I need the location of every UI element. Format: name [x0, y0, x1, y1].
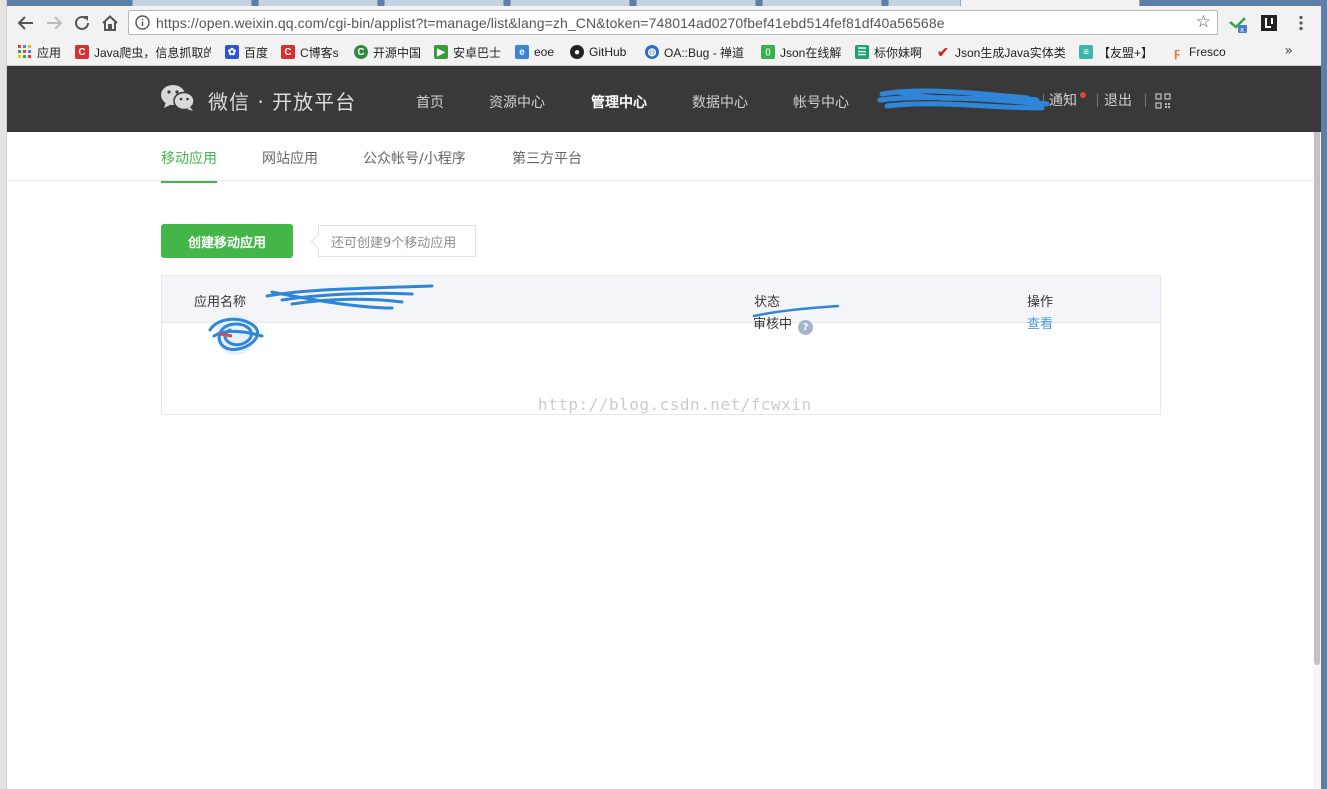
table-header: 应用名称 状态 操作 [162, 276, 1160, 323]
redaction-scribble [877, 88, 1050, 111]
bookmark-oschina[interactable]: C 开源中国 [354, 44, 421, 60]
app-icon-redacted [196, 306, 264, 355]
bookmark-label: 标你妹啊 [874, 45, 923, 60]
site-header: 微信 · 开放平台 首页 资源中心 管理中心 数据中心 帐号中心 通知 退出 [7, 66, 1321, 132]
tab-website-apps[interactable]: 网站应用 [262, 148, 318, 181]
bookmark-label: 百度 [244, 45, 269, 60]
home-icon[interactable] [100, 13, 120, 33]
reload-icon[interactable] [72, 13, 92, 33]
bookmark-star-icon[interactable]: ☆ [1196, 13, 1211, 32]
nav-management-center[interactable]: 管理中心 [591, 92, 647, 112]
baidu-paw-icon: ✿ [225, 45, 239, 59]
quota-tip: 还可创建9个移动应用 [310, 225, 476, 257]
json-icon: {} [761, 45, 775, 59]
app-table: 应用名称 状态 操作 审核中? 查看 [161, 275, 1161, 415]
divider [1043, 94, 1044, 107]
url-text: https://open.weixin.qq.com/cgi-bin/appli… [156, 15, 945, 31]
bookmark-github[interactable]: ● GitHub [570, 44, 626, 60]
check-icon: ✔ [937, 43, 949, 60]
qrcode-icon[interactable] [1155, 93, 1171, 113]
bookmark-label: eoe [534, 45, 555, 59]
status-text: 审核中 [753, 317, 793, 332]
extension-icon[interactable]: x [1228, 14, 1247, 34]
bookmark-oa-bug[interactable]: ◍ OA::Bug - 禅道 [645, 44, 744, 60]
bookmarks-bar: 应用 C Java爬虫，信息抓取的 ✿ 百度 C C博客s C 开源中国 ▶ 安… [7, 39, 1321, 66]
logout-link[interactable]: 退出 [1104, 90, 1132, 110]
apps-grid-icon [18, 45, 32, 59]
divider [1145, 94, 1146, 107]
bookmark-label: 安卓巴士 [453, 45, 502, 60]
browser-toolbar: https://open.weixin.qq.com/cgi-bin/appli… [7, 6, 1321, 39]
tab-mobile-apps[interactable]: 移动应用 [161, 148, 217, 183]
anzhuo-icon: ▶ [434, 45, 448, 59]
bookmark-label: Java爬虫，信息抓取的 [94, 45, 211, 60]
bookmark-label: 开源中国 [373, 45, 422, 60]
quota-tip-text: 还可创建9个移动应用 [331, 235, 457, 251]
app-status: 审核中? [753, 313, 814, 335]
bookmark-csdn-blog[interactable]: C C博客s [281, 44, 339, 60]
umeng-icon: ≡ [1079, 45, 1093, 59]
notify-link[interactable]: 通知 [1049, 90, 1077, 110]
bookmark-baidu[interactable]: ✿ 百度 [225, 44, 268, 60]
bookmark-json-online[interactable]: {} Json在线解 [761, 44, 841, 60]
svg-text:x: x [1240, 26, 1244, 34]
window-left-border [0, 0, 7, 789]
bookmark-label: GitHub [589, 45, 627, 59]
bookmark-label: Json在线解 [780, 45, 842, 60]
csdn-c-icon: C [281, 45, 295, 59]
bookmark-umeng[interactable]: ≡ 【友盟+】 [1079, 44, 1153, 60]
bookmark-label: Json生成Java实体类 [955, 45, 1066, 60]
column-header-status: 状态 [754, 295, 781, 310]
bookmark-anzhuo[interactable]: ▶ 安卓巴士 [434, 44, 501, 60]
bookmark-apps[interactable]: 应用 [18, 44, 61, 60]
nav-resource-center[interactable]: 资源中心 [489, 92, 545, 112]
oschina-icon: C [354, 45, 368, 59]
bookmark-label: Fresco [1189, 45, 1226, 59]
tab-official-accounts[interactable]: 公众帐号/小程序 [363, 148, 466, 181]
github-icon: ● [570, 45, 584, 59]
fresco-icon: ϝ [1174, 44, 1180, 60]
sub-navigation: 移动应用 网站应用 公众帐号/小程序 第三方平台 [7, 132, 1313, 183]
forward-arrow-icon[interactable] [44, 13, 64, 33]
tip-arrow [310, 233, 327, 250]
address-bar[interactable]: https://open.weixin.qq.com/cgi-bin/appli… [128, 10, 1218, 35]
bookmark-label: 【友盟+】 [1098, 45, 1154, 60]
biaonimei-icon: ☰ [855, 45, 869, 59]
bookmark-label: OA::Bug - 禅道 [664, 45, 745, 60]
unread-dot [1080, 92, 1086, 98]
wechat-logo-icon [160, 83, 196, 117]
nav-account-center[interactable]: 帐号中心 [793, 92, 849, 112]
nav-home[interactable]: 首页 [416, 92, 444, 112]
view-link[interactable]: 查看 [1027, 313, 1053, 332]
column-header-action: 操作 [1027, 295, 1054, 310]
nav-data-center[interactable]: 数据中心 [692, 92, 748, 112]
tab-third-party-platform[interactable]: 第三方平台 [512, 148, 582, 181]
scrollbar[interactable] [1313, 66, 1321, 789]
brand-title: 微信 · 开放平台 [208, 89, 357, 114]
scrollbar-thumb[interactable] [1314, 68, 1320, 665]
bookmark-fresco[interactable]: ϝ Fresco [1170, 44, 1226, 60]
create-mobile-app-button[interactable]: 创建移动应用 [161, 224, 293, 258]
back-arrow-icon[interactable] [16, 13, 36, 33]
eoe-icon: e [515, 45, 529, 59]
bookmark-json-to-java[interactable]: ✔ Json生成Java实体类 [936, 44, 1066, 60]
menu-kebab-icon[interactable] [1292, 14, 1310, 32]
csdn-c-icon: C [75, 45, 89, 59]
lastpass-extension-icon[interactable] [1260, 14, 1278, 32]
bookmark-java-crawler[interactable]: C Java爬虫，信息抓取的 [75, 44, 211, 60]
watermark-text: http://blog.csdn.net/fcwxin [538, 395, 812, 414]
globe-icon: ◍ [645, 45, 659, 59]
divider [1097, 94, 1098, 107]
page-viewport: 微信 · 开放平台 首页 资源中心 管理中心 数据中心 帐号中心 通知 退出 移… [7, 66, 1321, 789]
bookmark-biaonimei[interactable]: ☰ 标你妹啊 [855, 44, 922, 60]
site-logo[interactable]: 微信 · 开放平台 [160, 83, 356, 117]
bookmark-label: C博客s [300, 45, 339, 60]
more-bookmarks-chevron-icon[interactable]: » [1284, 43, 1293, 59]
bookmark-eoe[interactable]: e eoe [515, 44, 554, 60]
window-right-border [1321, 0, 1327, 789]
info-icon[interactable] [135, 15, 150, 30]
help-question-icon[interactable]: ? [798, 320, 814, 335]
bookmark-label: 应用 [37, 45, 62, 60]
